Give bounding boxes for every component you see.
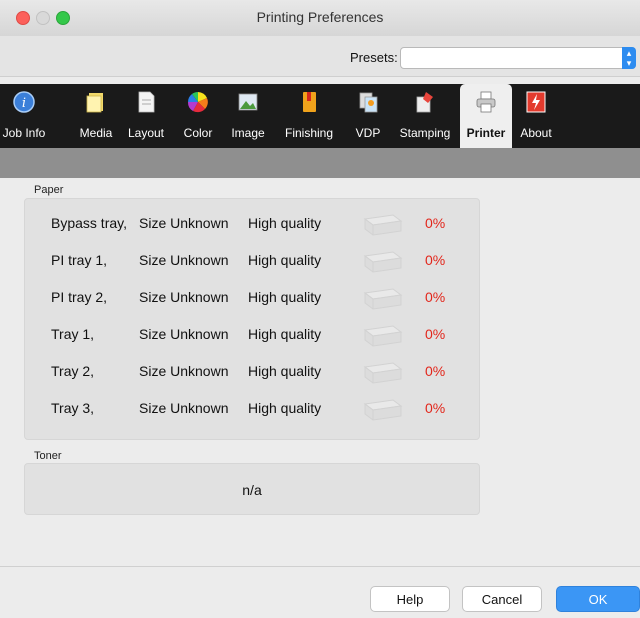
tab-media[interactable]: Media — [76, 84, 116, 148]
tray-size: Size Unknown — [139, 215, 229, 231]
window-title: Printing Preferences — [256, 9, 384, 25]
tab-vdp[interactable]: VDP — [350, 84, 386, 148]
tray-size: Size Unknown — [139, 289, 229, 305]
tab-printer[interactable]: Printer — [460, 84, 512, 148]
paper-tray-icon — [363, 288, 403, 310]
toner-value: n/a — [242, 482, 262, 498]
tray-row: PI tray 2, Size Unknown High quality 0% — [25, 288, 481, 310]
tray-quality: High quality — [248, 289, 322, 305]
tab-label: Color — [183, 126, 213, 140]
presets-select[interactable]: ▴ ▾ — [400, 47, 636, 69]
printing-preferences-window: Printing Preferences Presets: ▴ ▾ i Job I… — [0, 0, 640, 618]
tray-level: 0% — [425, 326, 446, 342]
tray-name: PI tray 2, — [51, 289, 108, 305]
tab-label: Image — [231, 126, 265, 140]
settings-toolbar: i Job Info Media Layout Color Image Fini… — [0, 84, 640, 148]
tab-label: Job Info — [2, 126, 46, 140]
tray-quality: High quality — [248, 252, 322, 268]
toolbar-divider — [0, 148, 640, 178]
tab-job-info[interactable]: i Job Info — [0, 84, 48, 148]
tray-quality: High quality — [248, 326, 322, 342]
tray-level: 0% — [425, 363, 446, 379]
chevron-up-down-icon: ▴ ▾ — [622, 47, 636, 69]
tab-label: About — [520, 126, 552, 140]
tab-label: Media — [79, 126, 113, 140]
paper-panel: Bypass tray, Size Unknown High quality 0% PI… — [24, 198, 480, 440]
toner-section-label: Toner — [34, 450, 62, 462]
presets-row: Presets: ▴ ▾ — [0, 36, 640, 77]
stamping-icon — [416, 92, 433, 113]
tray-quality: High quality — [248, 400, 322, 416]
tray-level: 0% — [425, 400, 446, 416]
about-icon — [526, 91, 546, 113]
tray-name: Tray 3, — [51, 400, 95, 416]
tray-level: 0% — [425, 252, 446, 268]
tab-finishing[interactable]: Finishing — [280, 84, 338, 148]
tray-name: Bypass tray, — [51, 215, 127, 231]
help-button[interactable]: Help — [370, 586, 450, 612]
paper-section-label: Paper — [34, 184, 64, 196]
tab-image[interactable]: Image — [228, 84, 268, 148]
tray-quality: High quality — [248, 215, 322, 231]
tab-color[interactable]: Color — [178, 84, 218, 148]
tray-size: Size Unknown — [139, 400, 229, 416]
tray-row: Tray 1, Size Unknown High quality 0% — [25, 325, 481, 347]
presets-label: Presets: — [350, 50, 398, 65]
ok-button[interactable]: OK — [556, 586, 640, 612]
layout-icon — [138, 91, 155, 113]
tray-row: Bypass tray, Size Unknown High quality 0% — [25, 214, 481, 236]
tab-label: Printer — [466, 126, 506, 140]
tray-name: PI tray 1, — [51, 252, 108, 268]
tab-label: Layout — [127, 126, 165, 140]
tray-size: Size Unknown — [139, 326, 229, 342]
tray-name: Tray 2, — [51, 363, 95, 379]
paper-tray-icon — [363, 251, 403, 273]
tab-layout[interactable]: Layout — [126, 84, 166, 148]
media-icon — [86, 93, 103, 113]
tab-label: VDP — [355, 126, 381, 140]
toner-panel: n/a — [24, 463, 480, 515]
tab-stamping[interactable]: Stamping — [396, 84, 454, 148]
tray-name: Tray 1, — [51, 326, 95, 342]
paper-tray-icon — [363, 214, 403, 236]
tray-row: PI tray 1, Size Unknown High quality 0% — [25, 251, 481, 273]
tray-level: 0% — [425, 289, 446, 305]
title-bar: Printing Preferences — [0, 0, 640, 37]
button-bar: Help Cancel OK — [0, 566, 640, 618]
color-wheel-icon — [187, 92, 208, 113]
finishing-icon — [303, 92, 316, 112]
tab-about[interactable]: About — [516, 84, 556, 148]
tab-label: Stamping — [399, 126, 451, 140]
tray-size: Size Unknown — [139, 363, 229, 379]
printer-icon — [476, 91, 496, 113]
tray-level: 0% — [425, 215, 446, 231]
paper-tray-icon — [363, 325, 403, 347]
cancel-button[interactable]: Cancel — [462, 586, 542, 612]
info-icon: i — [13, 91, 35, 113]
vdp-icon — [359, 92, 378, 113]
tray-size: Size Unknown — [139, 252, 229, 268]
paper-tray-icon — [363, 362, 403, 384]
tray-row: Tray 2, Size Unknown High quality 0% — [25, 362, 481, 384]
tray-row: Tray 3, Size Unknown High quality 0% — [25, 399, 481, 421]
image-icon — [238, 93, 258, 111]
paper-tray-icon — [363, 399, 403, 421]
tab-label: Finishing — [284, 126, 334, 140]
tray-quality: High quality — [248, 363, 322, 379]
svg-text:i: i — [22, 96, 26, 111]
